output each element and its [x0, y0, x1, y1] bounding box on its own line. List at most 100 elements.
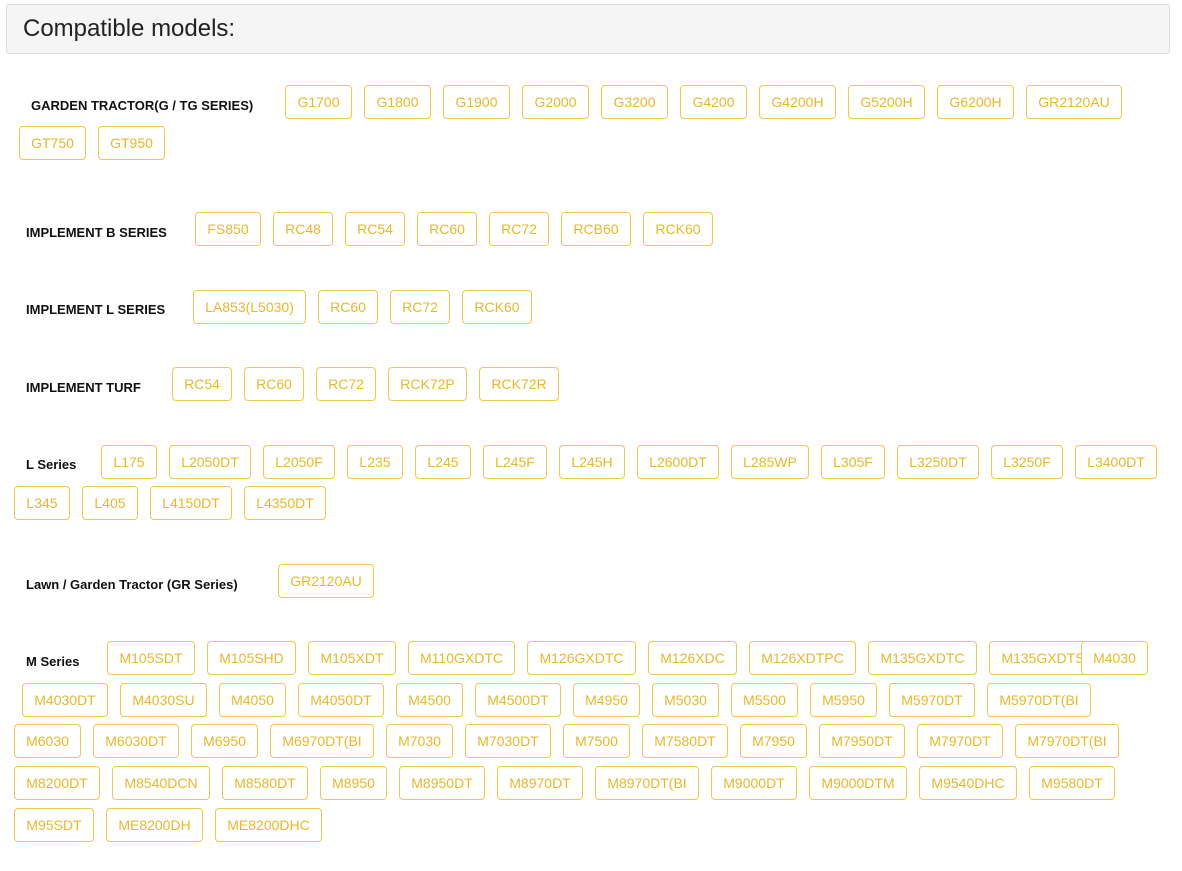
model-chip[interactable]: G1900 [443, 85, 510, 119]
model-chip[interactable]: M5970DT [889, 683, 975, 717]
model-chip[interactable]: GT750 [19, 126, 86, 160]
model-chip[interactable]: L2600DT [637, 445, 719, 479]
model-chip[interactable]: RCK72R [479, 367, 559, 401]
model-chip[interactable]: G3200 [601, 85, 668, 119]
model-chip[interactable]: L245H [559, 445, 625, 479]
model-chip[interactable]: L305F [821, 445, 885, 479]
model-chip[interactable]: M7500 [563, 724, 630, 758]
model-chip[interactable]: M4500 [396, 683, 463, 717]
model-chip[interactable]: L175 [101, 445, 157, 479]
model-chip[interactable]: M7580DT [642, 724, 728, 758]
category-label: IMPLEMENT TURF [26, 380, 141, 395]
model-chip[interactable]: RC72 [390, 290, 450, 324]
model-chip[interactable]: M6030DT [93, 724, 179, 758]
model-chip[interactable]: M5970DT(BI [987, 683, 1091, 717]
model-chip[interactable]: M6970DT(BI [270, 724, 374, 758]
model-chip[interactable]: L4350DT [244, 486, 326, 520]
model-chip[interactable]: G5200H [848, 85, 925, 119]
model-chip[interactable]: M9000DTM [809, 766, 907, 800]
model-chip[interactable]: RCK60 [462, 290, 532, 324]
model-chip[interactable]: RC54 [345, 212, 405, 246]
model-chip[interactable]: M8970DT(BI [595, 766, 699, 800]
model-chip[interactable]: M135GXDTC [868, 641, 977, 675]
model-chip[interactable]: M4030 [1081, 641, 1148, 675]
model-chip[interactable]: M8540DCN [112, 766, 210, 800]
model-chip[interactable]: RC60 [244, 367, 304, 401]
model-chip[interactable]: M7970DT(BI [1015, 724, 1119, 758]
model-chip[interactable]: M7030DT [465, 724, 551, 758]
model-chip[interactable]: M105SHD [207, 641, 296, 675]
model-chip[interactable]: M126XDTPC [749, 641, 856, 675]
model-chip[interactable]: L2050F [263, 445, 335, 479]
model-chip[interactable]: M8950 [320, 766, 387, 800]
model-chip[interactable]: M126XDC [648, 641, 737, 675]
model-chip[interactable]: RC60 [318, 290, 378, 324]
model-chip[interactable]: G2000 [522, 85, 589, 119]
model-chip[interactable]: M5030 [652, 683, 719, 717]
model-chip[interactable]: GR2120AU [278, 564, 374, 598]
category-label: M Series [26, 654, 80, 669]
model-chip[interactable]: L285WP [731, 445, 809, 479]
model-chip[interactable]: M4050DT [298, 683, 384, 717]
compatible-models-header: Compatible models: [6, 4, 1170, 54]
model-chip[interactable]: M7950 [740, 724, 807, 758]
model-chip[interactable]: M4950 [573, 683, 640, 717]
category-label: GARDEN TRACTOR(G / TG SERIES) [31, 98, 254, 113]
model-chip[interactable]: M8200DT [14, 766, 100, 800]
model-chip[interactable]: G1800 [364, 85, 431, 119]
model-chip[interactable]: M105XDT [308, 641, 396, 675]
category-label: Lawn / Garden Tractor (GR Series) [26, 577, 238, 592]
model-chip[interactable]: ME8200DH [106, 808, 203, 842]
model-chip[interactable]: M8970DT [497, 766, 583, 800]
model-chip[interactable]: LA853(L5030) [193, 290, 306, 324]
model-chip[interactable]: M7970DT [917, 724, 1003, 758]
model-chip[interactable]: M7030 [386, 724, 453, 758]
model-chip[interactable]: M4030SU [120, 683, 207, 717]
model-chip[interactable]: L3400DT [1075, 445, 1157, 479]
model-chip[interactable]: L245 [415, 445, 471, 479]
model-chip[interactable]: L3250DT [897, 445, 979, 479]
model-chip[interactable]: M126GXDTC [527, 641, 636, 675]
model-chip[interactable]: RC54 [172, 367, 232, 401]
model-chip[interactable]: L2050DT [169, 445, 251, 479]
model-chip[interactable]: M5500 [731, 683, 798, 717]
model-chip[interactable]: M7950DT [819, 724, 905, 758]
model-chip[interactable]: G4200 [680, 85, 747, 119]
model-chip[interactable]: RCB60 [561, 212, 631, 246]
model-chip[interactable]: L245F [483, 445, 547, 479]
page-title: Compatible models: [23, 15, 236, 42]
model-chip[interactable]: M4500DT [475, 683, 561, 717]
model-chip[interactable]: M110GXDTC [408, 641, 515, 675]
model-chip[interactable]: M9540DHC [919, 766, 1017, 800]
model-chip[interactable]: RC48 [273, 212, 333, 246]
model-chip[interactable]: RC72 [316, 367, 376, 401]
model-chip[interactable]: L235 [347, 445, 403, 479]
model-chip[interactable]: L405 [82, 486, 138, 520]
model-chip[interactable]: M5950 [810, 683, 877, 717]
model-chip[interactable]: RCK60 [643, 212, 713, 246]
model-chip[interactable]: M4030DT [22, 683, 108, 717]
model-chip[interactable]: L3250F [991, 445, 1063, 479]
model-chip[interactable]: GT950 [98, 126, 165, 160]
model-chip[interactable]: M6030 [14, 724, 81, 758]
model-chip[interactable]: RCK72P [388, 367, 467, 401]
model-chip[interactable]: M8580DT [222, 766, 308, 800]
model-chip[interactable]: RC72 [489, 212, 549, 246]
model-chip[interactable]: M95SDT [14, 808, 94, 842]
model-chip[interactable]: M9000DT [711, 766, 797, 800]
model-chip[interactable]: G4200H [759, 85, 836, 119]
model-chip[interactable]: M4050 [219, 683, 286, 717]
model-chip[interactable]: RC60 [417, 212, 477, 246]
category-label: L Series [26, 457, 77, 472]
model-chip[interactable]: L345 [14, 486, 70, 520]
model-chip[interactable]: M6950 [191, 724, 258, 758]
model-chip[interactable]: G6200H [937, 85, 1014, 119]
model-chip[interactable]: ME8200DHC [215, 808, 322, 842]
model-chip[interactable]: L4150DT [150, 486, 232, 520]
model-chip[interactable]: M8950DT [399, 766, 485, 800]
model-chip[interactable]: G1700 [285, 85, 352, 119]
model-chip[interactable]: FS850 [195, 212, 261, 246]
model-chip[interactable]: GR2120AU [1026, 85, 1122, 119]
model-chip[interactable]: M9580DT [1029, 766, 1115, 800]
model-chip[interactable]: M105SDT [107, 641, 195, 675]
